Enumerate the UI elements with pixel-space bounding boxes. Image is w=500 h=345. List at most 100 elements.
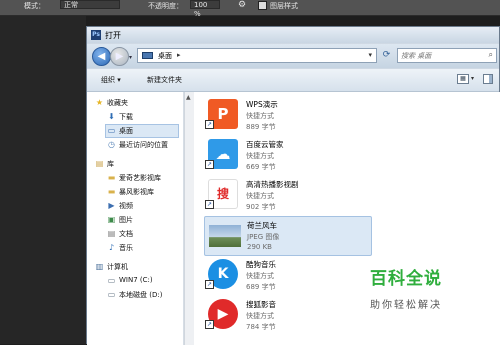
file-name: 酷狗音乐	[246, 260, 276, 269]
folder-icon: ▬	[107, 187, 116, 196]
shortcut-arrow-icon: ↗	[205, 280, 214, 289]
forward-button[interactable]: ▶	[110, 47, 129, 66]
shortcut-arrow-icon: ↗	[205, 120, 214, 129]
breadcrumb-desktop[interactable]: 桌面	[158, 51, 172, 61]
layer-style-label: 图层样式	[270, 2, 298, 10]
file-item[interactable]: ☁ ↗ 百度云管家 快捷方式 669 字节	[204, 136, 372, 176]
nav-item[interactable]: ▬ 暴风影视库	[87, 185, 183, 199]
gear-icon[interactable]: ⚙	[238, 0, 246, 10]
nav-item-label: 最近访问的位置	[119, 141, 168, 149]
new-folder-button[interactable]: 新建文件夹	[147, 75, 182, 85]
file-name: 百度云管家	[246, 140, 284, 149]
watermark: 百科全说 助你轻松解决	[338, 258, 474, 322]
nav-item-label: 收藏夹	[107, 99, 128, 107]
nav-item[interactable]: ▭ 桌面	[87, 124, 183, 138]
search-icon: ⌕	[488, 50, 493, 59]
nav-item-label: WIN7 (C:)	[119, 276, 153, 284]
watermark-title: 百科全说	[370, 269, 442, 289]
dialog-titlebar: Ps 打开	[87, 27, 499, 43]
file-size: 784 字节	[246, 323, 276, 331]
folder-icon: ▬	[107, 173, 116, 182]
opacity-select[interactable]: 100 %	[190, 0, 220, 18]
nav-item[interactable]: ♪ 音乐	[87, 241, 183, 255]
photoshop-options-bar: 模式： 正常 不透明度： 100 % ⚙ 图层样式	[0, 0, 500, 18]
nav-item[interactable]: ▬ 爱奇艺影视库	[87, 171, 183, 185]
layer-style-checkbox[interactable]	[258, 1, 267, 10]
command-toolbar: 组织 ▾ 新建文件夹 ▦ ▾	[87, 69, 499, 92]
mode-select[interactable]: 正常	[60, 0, 120, 9]
breadcrumb-chevron-icon[interactable]: ▸	[177, 51, 181, 59]
navigation-scrollbar[interactable]: ▲	[184, 92, 194, 345]
address-dropdown-icon[interactable]: ▾	[368, 51, 372, 59]
file-type: JPEG 图像	[247, 233, 280, 241]
nav-selection-highlight	[105, 124, 179, 138]
file-name: WPS演示	[246, 100, 278, 109]
desktop-icon	[142, 52, 153, 59]
file-size: 689 字节	[246, 283, 276, 291]
mode-label: 模式：	[24, 2, 45, 10]
file-name: 搜狐影音	[246, 300, 276, 309]
nav-item-label: 音乐	[119, 244, 133, 252]
nav-item[interactable]: ⬇ 下载	[87, 110, 183, 124]
nav-item-label: 爱奇艺影视库	[119, 174, 161, 182]
watermark-subtitle: 助你轻松解决	[370, 300, 442, 311]
shortcut-arrow-icon: ↗	[205, 200, 214, 209]
file-item[interactable]: P ↗ WPS演示 快捷方式 889 字节	[204, 96, 372, 136]
preview-pane-icon[interactable]	[483, 74, 493, 84]
scroll-up-icon[interactable]: ▲	[186, 94, 191, 101]
address-bar[interactable]: 桌面 ▸ ▾	[137, 48, 377, 63]
file-size: 290 KB	[247, 243, 272, 251]
nav-item-label: 桌面	[119, 127, 133, 135]
nav-item-label: 文档	[119, 230, 133, 238]
file-type: 快捷方式	[246, 272, 274, 280]
file-item[interactable]: 搜 ↗ 高清热播影视剧 快捷方式 902 字节	[204, 176, 372, 216]
recent-places-icon: ◷	[108, 140, 115, 149]
shortcut-arrow-icon: ↗	[205, 320, 214, 329]
search-input[interactable]	[401, 50, 479, 61]
nav-item-label: 视频	[119, 202, 133, 210]
nav-item-label: 下载	[119, 113, 133, 121]
file-size: 669 字节	[246, 163, 276, 171]
file-size: 902 字节	[246, 203, 276, 211]
opacity-label: 不透明度：	[148, 2, 183, 10]
recent-pages-dropdown[interactable]: ▾	[129, 54, 132, 61]
nav-item-label: 暴风影视库	[119, 188, 154, 196]
photoshop-logo-icon: Ps	[91, 30, 101, 40]
file-type: 快捷方式	[246, 152, 274, 160]
star-icon: ★	[95, 98, 104, 107]
nav-item[interactable]: ▤ 文档	[87, 227, 183, 241]
computer-icon: ▥	[95, 262, 104, 271]
nav-item-label: 计算机	[107, 263, 128, 271]
nav-item[interactable]: ★ 收藏夹	[87, 96, 183, 110]
search-box[interactable]: ⌕	[397, 48, 497, 63]
image-thumbnail-icon	[209, 225, 241, 247]
file-name: 高清热播影视剧	[246, 180, 299, 189]
refresh-icon[interactable]: ⟳	[379, 48, 394, 63]
navigation-pane: ★ 收藏夹 ⬇ 下载 ▭ 桌面 ◷ 最近访问的位置 ▤ 库 ▬ 爱奇艺影视库 ▬ 暴风影视库 ▶ 视频 ▣ 图片 ▤…	[87, 92, 184, 345]
desktop-icon: ▭	[107, 126, 116, 135]
document-library-icon: ▤	[107, 229, 116, 238]
change-view-icon[interactable]: ▦	[457, 74, 469, 84]
nav-item[interactable]: ▥ 计算机	[87, 260, 183, 274]
nav-item-label: 本地磁盘 (D:)	[119, 291, 163, 299]
file-type: 快捷方式	[246, 312, 274, 320]
photoshop-canvas-area	[0, 16, 86, 344]
nav-item[interactable]: ▭ WIN7 (C:)	[87, 274, 183, 288]
nav-item[interactable]: ▶ 视频	[87, 199, 183, 213]
dialog-title: 打开	[105, 31, 121, 40]
music-library-icon: ♪	[108, 243, 115, 252]
view-dropdown-icon[interactable]: ▾	[471, 75, 474, 82]
file-name: 荷兰风车	[247, 221, 277, 230]
file-type: 快捷方式	[246, 192, 274, 200]
nav-item[interactable]: ▭ 本地磁盘 (D:)	[87, 288, 183, 302]
download-folder-icon: ⬇	[108, 112, 115, 121]
video-library-icon: ▶	[108, 201, 115, 210]
organize-button[interactable]: 组织 ▾	[101, 75, 121, 85]
nav-item[interactable]: ◷ 最近访问的位置	[87, 138, 183, 152]
nav-item[interactable]: ▣ 图片	[87, 213, 183, 227]
back-button[interactable]: ◀	[92, 47, 111, 66]
nav-item-label: 库	[107, 160, 114, 168]
file-size: 889 字节	[246, 123, 276, 131]
nav-item[interactable]: ▤ 库	[87, 157, 183, 171]
file-item[interactable]: 荷兰风车 JPEG 图像 290 KB	[204, 216, 372, 256]
